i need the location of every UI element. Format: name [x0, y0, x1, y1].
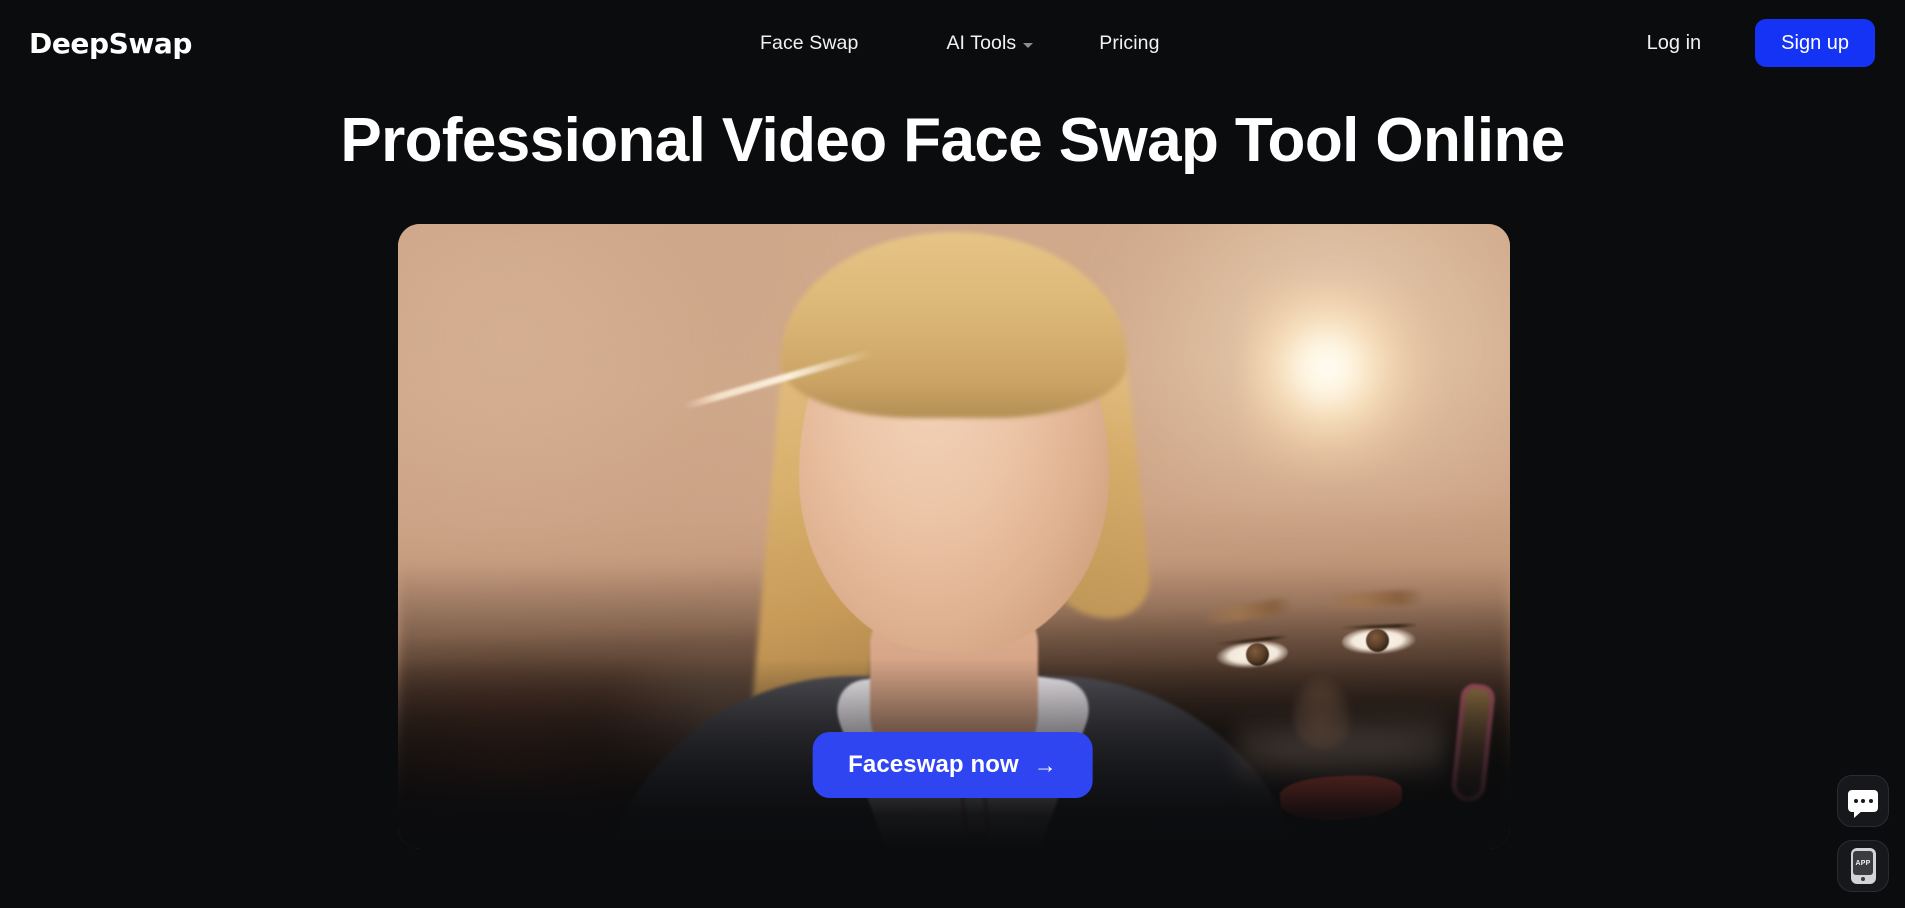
subject-eyebrow-right: [1323, 589, 1423, 610]
subject-iris-right: [1366, 629, 1389, 652]
header-actions: Log in Sign up: [1647, 0, 1875, 86]
main-navigation: Face Swap AI Tools Pricing: [760, 0, 1160, 86]
signup-button[interactable]: Sign up: [1755, 19, 1875, 67]
nav-item-ai-tools[interactable]: AI Tools: [946, 31, 1034, 55]
chat-dot-1: [1853, 799, 1858, 803]
nav-item-pricing-label: Pricing: [1099, 31, 1160, 54]
subject-eyebrow-left: [1203, 597, 1293, 626]
mobile-app-label: APP: [1855, 859, 1871, 867]
site-header: DeepSwap Face Swap AI Tools Pricing Log …: [0, 0, 1905, 86]
nav-item-ai-tools-label: AI Tools: [946, 31, 1017, 54]
subject-earring-right: [1449, 682, 1497, 804]
chat-dot-2: [1861, 799, 1865, 803]
arrow-right-icon: →: [1033, 751, 1057, 778]
subject-nose: [1292, 676, 1354, 750]
chat-dot-3: [1868, 799, 1873, 803]
deepswap-logo[interactable]: DeepSwap: [29, 30, 192, 58]
faceswap-now-button[interactable]: Faceswap now →: [812, 732, 1093, 798]
page-root: DeepSwap Face Swap AI Tools Pricing Log …: [0, 0, 1905, 908]
nav-item-face-swap[interactable]: Face Swap: [760, 32, 858, 55]
nav-item-face-swap-label: Face Swap: [760, 31, 859, 54]
chevron-down-icon: [1023, 42, 1034, 48]
subject-iris-left: [1246, 643, 1269, 666]
login-link[interactable]: Log in: [1647, 32, 1702, 55]
floating-action-column: APP: [1837, 775, 1889, 892]
mobile-app-button[interactable]: APP: [1837, 840, 1889, 892]
chat-support-button[interactable]: [1837, 775, 1889, 827]
subject-hair-top: [781, 232, 1127, 418]
nav-item-pricing[interactable]: Pricing: [1099, 32, 1159, 55]
chat-bubble-icon: [1848, 790, 1878, 818]
faceswap-now-label: Faceswap now: [848, 751, 1019, 778]
mobile-app-screen: APP: [1853, 851, 1873, 875]
page-title: Professional Video Face Swap Tool Online: [340, 106, 1565, 175]
mobile-app-icon: APP: [1850, 848, 1876, 884]
mobile-app-home-button: [1861, 877, 1865, 881]
